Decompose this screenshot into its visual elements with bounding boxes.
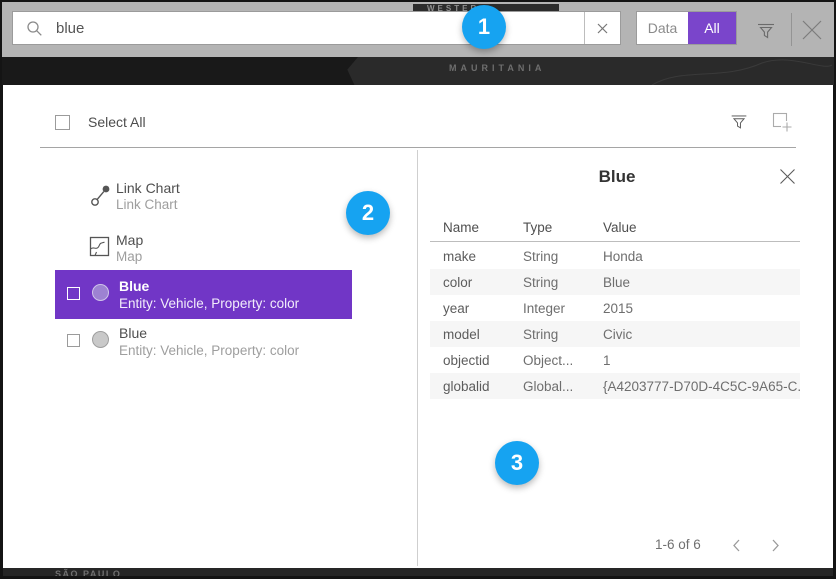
entity-circle-icon [92,284,109,301]
result-item-link-chart[interactable]: Link Chart Link Chart [3,180,351,218]
search-box [12,11,621,45]
filter-icon [754,18,778,42]
cell-value: 2015 [603,301,800,316]
add-to-selection-button[interactable] [770,110,794,139]
close-icon [800,18,824,42]
cell-value: 1 [603,353,800,368]
chevron-right-icon [771,538,781,553]
result-checkbox[interactable] [67,334,80,347]
scope-option-all[interactable]: All [688,12,736,44]
result-item-map[interactable]: Map Map [3,232,351,270]
result-item-blue-selected[interactable]: Blue Entity: Vehicle, Property: color [55,270,352,319]
clear-icon [597,23,608,34]
search-icon [26,20,43,37]
map-boundary-lines [642,57,832,85]
cell-type: String [523,249,603,264]
map-bottom-strip: SÃO PAULO [3,568,833,576]
column-header-value: Value [603,220,637,235]
property-row: color String Blue [430,269,800,295]
property-table: make String Honda color String Blue year… [430,243,800,399]
search-toolbar: WESTER Data All [2,2,834,57]
toolbar-divider [791,13,792,46]
map-icon [89,236,110,262]
property-row: globalid Global... {A4203777-D70D-4C5C-9… [430,373,800,399]
close-detail-button[interactable] [779,168,796,190]
cell-value: {A4203777-D70D-4C5C-9A65-C... [603,379,800,394]
annotation-badge-1: 1 [462,5,506,49]
link-chart-icon [89,183,113,214]
annotation-badge-3: 3 [495,441,539,485]
search-results-panel: Select All [3,85,833,568]
filter-icon [728,110,750,132]
map-city-label: SÃO PAULO [55,569,121,576]
property-row: model String Civic [430,321,800,347]
entity-circle-icon [92,331,109,348]
result-title: Blue [119,325,147,341]
list-detail-divider [417,150,418,566]
cell-type: Global... [523,379,603,394]
cell-type: String [523,275,603,290]
close-search-button[interactable] [800,18,824,47]
property-row: year Integer 2015 [430,295,800,321]
result-subtitle: Link Chart [116,196,180,213]
clear-search-button[interactable] [584,12,620,44]
cell-type: Integer [523,301,603,316]
detail-title: Blue [417,167,817,187]
column-header-name: Name [443,220,479,235]
cell-value: Honda [603,249,800,264]
panel-divider [40,147,796,148]
cell-name: year [430,301,523,316]
cell-name: globalid [430,379,523,394]
close-icon [779,168,796,185]
cell-type: String [523,327,603,342]
scope-option-data[interactable]: Data [637,12,688,44]
map-country-label: MAURITANIA [449,63,545,73]
cell-name: color [430,275,523,290]
table-header-divider [430,241,800,242]
result-checkbox[interactable] [67,287,80,300]
search-scope-toggle: Data All [636,11,737,45]
property-row: make String Honda [430,243,800,269]
column-header-type: Type [523,220,552,235]
select-all-label: Select All [88,114,146,131]
pagination-range: 1-6 of 6 [655,537,701,552]
result-item-blue[interactable]: Blue Entity: Vehicle, Property: color [55,325,352,369]
toolbar-filter-button[interactable] [754,18,778,47]
result-title: Link Chart [116,180,180,196]
cell-value: Blue [603,275,800,290]
cell-name: make [430,249,523,264]
pagination-next-button[interactable] [771,538,781,558]
property-row: objectid Object... 1 [430,347,800,373]
pagination-prev-button[interactable] [731,538,741,558]
cell-name: model [430,327,523,342]
cell-name: objectid [430,353,523,368]
chevron-left-icon [731,538,741,553]
results-filter-button[interactable] [728,110,750,137]
cell-value: Civic [603,327,800,342]
select-all-checkbox[interactable] [55,115,70,130]
result-subtitle: Map [116,248,143,265]
result-subtitle: Entity: Vehicle, Property: color [119,342,299,359]
annotation-badge-2: 2 [346,191,390,235]
add-selection-icon [770,110,794,134]
cell-type: Object... [523,353,603,368]
app-window: WESTER Data All [0,0,836,579]
result-subtitle: Entity: Vehicle, Property: color [119,295,299,312]
map-ocean-area [2,57,358,85]
result-title: Map [116,232,143,248]
result-title: Blue [119,278,149,294]
map-background: MAURITANIA [2,57,834,85]
